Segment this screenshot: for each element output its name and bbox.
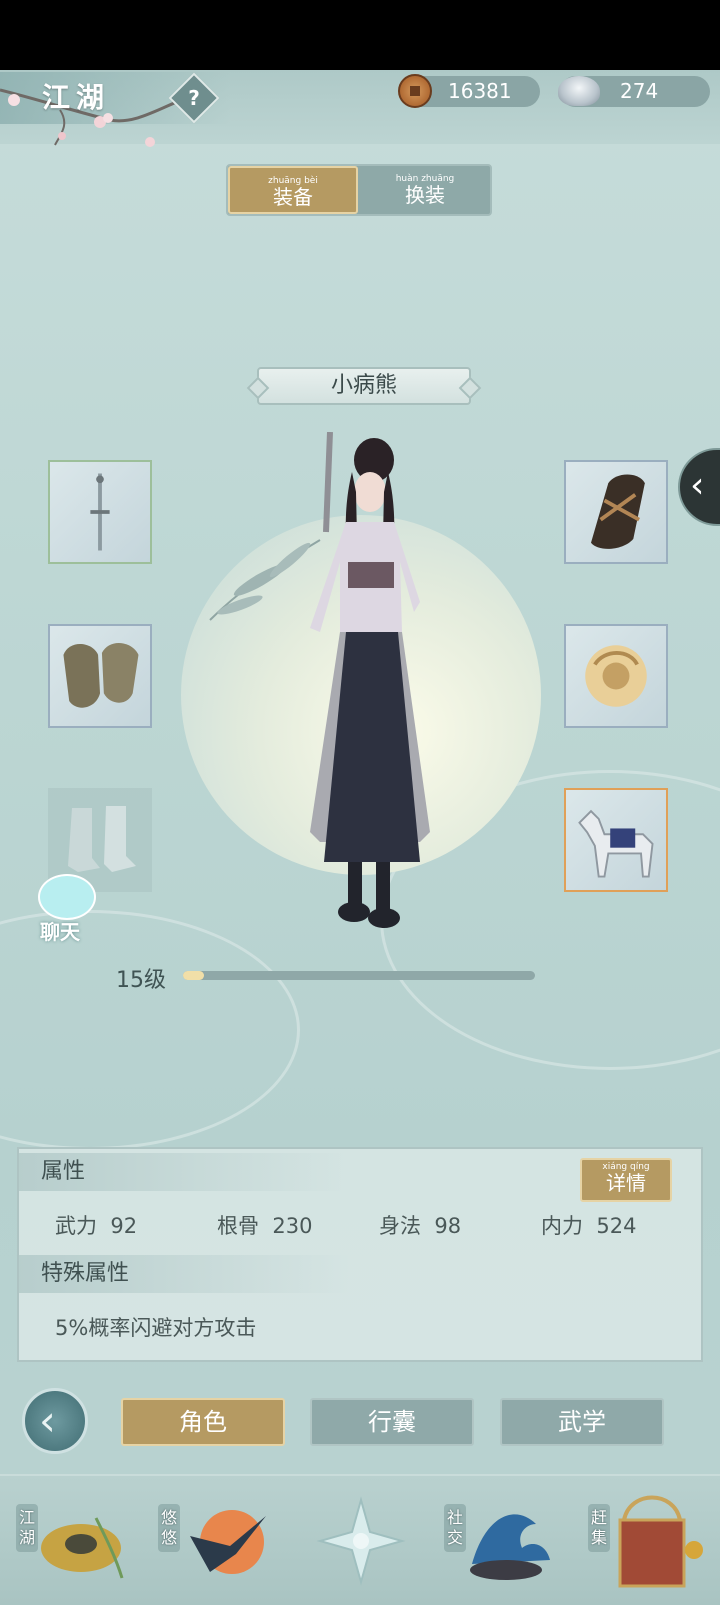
bracer-icon xyxy=(591,474,645,549)
stat-name: 身法 xyxy=(379,1214,421,1238)
copper-amount: 16381 xyxy=(448,79,512,103)
tab-label: 换装 xyxy=(405,183,445,207)
stat-name: 内力 xyxy=(541,1214,583,1238)
page-title: 江湖 xyxy=(42,81,111,114)
stat-inner-power: 内力 524 xyxy=(541,1210,636,1240)
stat-value: 230 xyxy=(272,1214,313,1238)
equipment-tab-group: zhuāng bèi 装备 huàn zhuāng 换装 xyxy=(226,164,492,216)
details-label: 详情 xyxy=(606,1171,646,1195)
nav-label: 赶集 xyxy=(588,1504,610,1552)
sword-icon xyxy=(90,473,110,551)
stat-agility: 身法 98 xyxy=(379,1210,461,1240)
question-mark-icon: ? xyxy=(188,86,200,110)
character-name: 小病熊 xyxy=(257,367,471,405)
nav-item-jianghu[interactable]: 江湖 xyxy=(10,1476,130,1605)
stat-name: 武力 xyxy=(55,1214,97,1238)
wave-icon xyxy=(470,1514,550,1580)
nav-item-youyou[interactable]: 悠悠 xyxy=(150,1476,270,1605)
nav-item-social[interactable]: 社交 xyxy=(440,1476,560,1605)
character-model xyxy=(310,432,430,928)
stat-value: 92 xyxy=(110,1214,138,1238)
menu-character-button[interactable]: 角色 xyxy=(121,1398,285,1446)
attributes-title: 属性 xyxy=(19,1153,349,1191)
market-basket-icon xyxy=(618,1495,703,1588)
experience-bar-fill xyxy=(183,971,205,980)
four-point-star-icon xyxy=(316,1496,406,1586)
stat-name: 根骨 xyxy=(217,1214,259,1238)
jade-pendant-icon xyxy=(585,645,647,707)
stat-value: 524 xyxy=(596,1214,637,1238)
nav-item-center[interactable] xyxy=(300,1476,420,1605)
experience-bar xyxy=(183,971,535,980)
chat-face-icon xyxy=(38,874,96,920)
back-arrow-icon: ‹ xyxy=(39,1396,56,1445)
nav-label: 江湖 xyxy=(16,1504,38,1552)
stat-constitution: 根骨 230 xyxy=(217,1210,312,1240)
bracer-slot[interactable] xyxy=(564,460,668,564)
horse-icon xyxy=(578,809,654,878)
silver-amount: 274 xyxy=(620,79,659,103)
stat-martial-power: 武力 92 xyxy=(55,1210,137,1240)
menu-martial-arts-button[interactable]: 武学 xyxy=(500,1398,664,1446)
attributes-panel: 属性 xiáng qíng 详情 武力 92 根骨 230 身法 98 内力 5… xyxy=(17,1147,703,1362)
straw-hat-icon xyxy=(41,1517,124,1579)
details-button[interactable]: xiáng qíng 详情 xyxy=(580,1158,672,1202)
bottom-navigation: 江湖 悠悠 社交 赶集 xyxy=(0,1474,720,1605)
nav-label: 社交 xyxy=(444,1504,466,1552)
menu-inventory-button[interactable]: 行囊 xyxy=(310,1398,474,1446)
silver-ingot-icon xyxy=(558,76,600,106)
chevron-left-icon: ‹ xyxy=(690,465,705,506)
special-attributes-title: 特殊属性 xyxy=(19,1255,349,1293)
level-label: 15级 xyxy=(116,968,166,993)
status-bar-area xyxy=(0,0,720,70)
tab-outfit[interactable]: huàn zhuāng 换装 xyxy=(360,166,490,214)
copper-coin-icon xyxy=(398,74,432,108)
weapon-slot[interactable] xyxy=(48,460,152,564)
mount-slot[interactable] xyxy=(564,788,668,892)
swallow-sun-icon xyxy=(190,1510,266,1574)
special-attribute-text: 5%概率闪避对方攻击 xyxy=(55,1316,257,1340)
nav-label: 悠悠 xyxy=(158,1504,180,1552)
gloves-slot[interactable] xyxy=(48,624,152,728)
chat-button[interactable]: 聊天 xyxy=(28,872,98,944)
tab-label: 装备 xyxy=(273,185,313,209)
stat-value: 98 xyxy=(434,1214,462,1238)
mist-swirl-decoration xyxy=(0,910,300,1150)
gloves-icon xyxy=(63,642,139,708)
tab-equipment[interactable]: zhuāng bèi 装备 xyxy=(228,166,358,214)
back-button[interactable]: ‹ xyxy=(22,1388,88,1454)
chat-label: 聊天 xyxy=(40,920,80,944)
pendant-slot[interactable] xyxy=(564,624,668,728)
nav-item-market[interactable]: 赶集 xyxy=(586,1476,706,1605)
